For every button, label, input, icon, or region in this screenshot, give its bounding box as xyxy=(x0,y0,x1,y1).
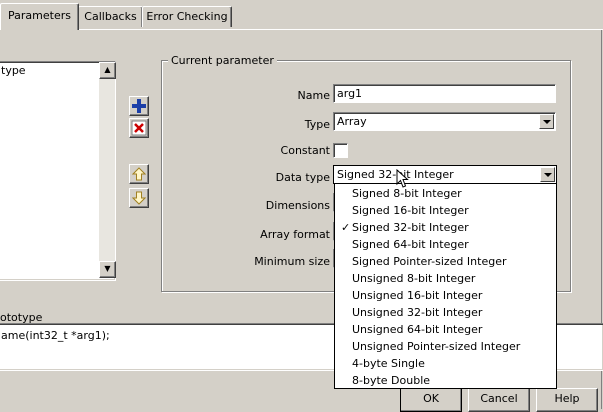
tab-panel-border xyxy=(0,29,603,30)
plus-icon xyxy=(132,99,146,113)
datatype-dropdown-list[interactable]: Signed 8-bit Integer Signed 16-bit Integ… xyxy=(334,183,557,389)
dropdown-option[interactable]: 4-byte Single xyxy=(335,355,556,372)
dropdown-option[interactable]: Unsigned 8-bit Integer xyxy=(335,270,556,287)
cancel-button-label: Cancel xyxy=(480,392,518,405)
dropdown-option[interactable]: Unsigned 64-bit Integer xyxy=(335,321,556,338)
checkmark-icon: ✓ xyxy=(341,221,351,234)
dropdown-option[interactable]: Signed Pointer-sized Integer xyxy=(335,253,556,270)
dropdown-option[interactable]: Unsigned 16-bit Integer xyxy=(335,287,556,304)
scroll-up-button[interactable]: ▲ xyxy=(99,62,116,79)
move-down-button[interactable] xyxy=(129,188,149,208)
name-value: arg1 xyxy=(337,87,363,100)
help-button[interactable]: Help xyxy=(536,388,598,412)
type-value: Array xyxy=(337,115,367,128)
mouse-cursor-icon xyxy=(396,169,409,188)
tab-error-checking-label: Error Checking xyxy=(146,10,228,23)
dropdown-option[interactable]: Unsigned 32-bit Integer xyxy=(335,304,556,321)
dropdown-option[interactable]: 8-byte Double xyxy=(335,372,556,389)
delete-parameter-button[interactable] xyxy=(129,118,149,138)
tab-callbacks-label: Callbacks xyxy=(84,10,137,23)
ok-button-label: OK xyxy=(423,392,439,405)
current-parameter-title: Current parameter xyxy=(168,54,277,67)
dropdown-option[interactable]: Signed 64-bit Integer xyxy=(335,236,556,253)
list-item[interactable]: type xyxy=(1,64,26,77)
ok-button[interactable]: OK xyxy=(400,388,462,412)
move-up-button[interactable] xyxy=(129,164,149,184)
type-label: Type xyxy=(304,118,330,131)
help-button-label: Help xyxy=(554,392,580,405)
scroll-down-button[interactable]: ▼ xyxy=(99,261,116,278)
parameter-list[interactable]: type ▲ ▼ xyxy=(0,61,116,281)
datatype-select[interactable]: Signed 32-bit Integer xyxy=(333,165,557,184)
tab-error-checking[interactable]: Error Checking xyxy=(142,6,232,27)
vertical-scrollbar[interactable]: ▲ ▼ xyxy=(99,62,116,278)
tab-parameters[interactable]: Parameters xyxy=(0,3,79,30)
dropdown-option-selected[interactable]: ✓ Signed 32-bit Integer xyxy=(335,219,556,236)
name-field[interactable]: arg1 xyxy=(333,84,556,103)
arrow-down-icon xyxy=(132,191,146,205)
x-delete-icon xyxy=(131,120,147,136)
datatype-label: Data type xyxy=(275,171,330,184)
arrow-up-icon xyxy=(132,167,146,181)
add-parameter-button[interactable] xyxy=(129,96,149,116)
constant-checkbox[interactable] xyxy=(333,143,348,158)
dropdown-option[interactable]: Unsigned Pointer-sized Integer xyxy=(335,338,556,355)
dropdown-option[interactable]: Signed 16-bit Integer xyxy=(335,202,556,219)
constant-label: Constant xyxy=(280,144,330,157)
type-select[interactable]: Array xyxy=(333,112,556,131)
minimum-size-label: Minimum size xyxy=(254,255,330,268)
cancel-button[interactable]: Cancel xyxy=(468,388,530,412)
name-label: Name xyxy=(297,89,330,102)
tab-parameters-label: Parameters xyxy=(8,9,71,22)
tab-callbacks[interactable]: Callbacks xyxy=(78,6,143,27)
array-format-label: Array format xyxy=(260,228,330,241)
type-dropdown-arrow[interactable] xyxy=(539,114,554,129)
prototype-text: ame(int32_t *arg1); xyxy=(1,329,110,342)
dimensions-label: Dimensions xyxy=(265,199,330,212)
dropdown-option[interactable]: Signed 8-bit Integer xyxy=(335,185,556,202)
datatype-dropdown-arrow[interactable] xyxy=(540,167,555,182)
